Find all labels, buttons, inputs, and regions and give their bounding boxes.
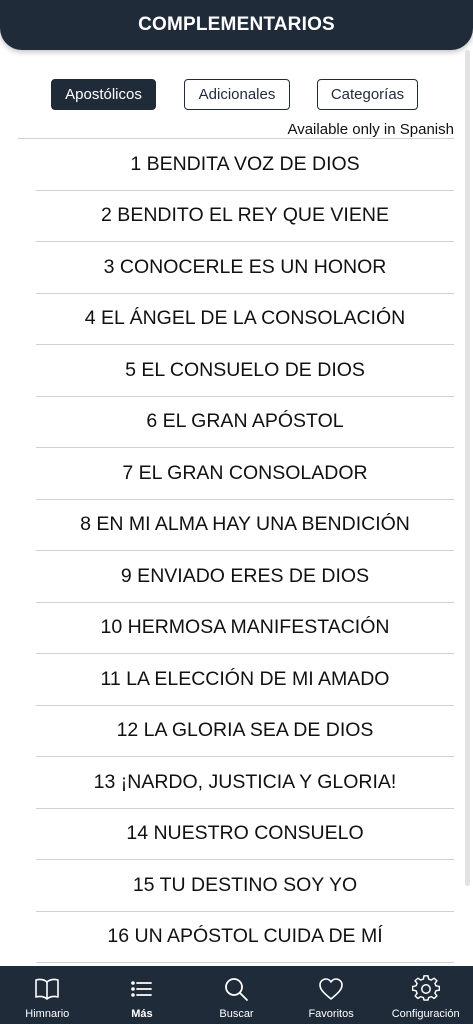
list-item[interactable]: 4 EL ÁNGEL DE LA CONSOLACIÓN (36, 294, 454, 345)
list-item[interactable]: 6 EL GRAN APÓSTOL (36, 397, 454, 448)
hymn-list: 1 BENDITA VOZ DE DIOS 2 BENDITO EL REY Q… (18, 138, 454, 963)
language-note: Available only in Spanish (287, 121, 454, 138)
list-item[interactable]: 3 CONOCERLE ES UN HONOR (36, 242, 454, 294)
list-item[interactable]: 11 LA ELECCIÓN DE MI AMADO (36, 654, 454, 706)
gear-icon (411, 975, 440, 1001)
bottom-navigation: Himnario Más Buscar Favoritos Configurac… (0, 966, 473, 1024)
list-item[interactable]: 15 TU DESTINO SOY YO (36, 860, 454, 912)
list-item[interactable]: 10 HERMOSA MANIFESTACIÓN (36, 603, 454, 654)
list-item[interactable]: 7 EL GRAN CONSOLADOR (36, 448, 454, 500)
scrollbar[interactable] (465, 50, 470, 886)
list-item[interactable]: 16 UN APÓSTOL CUIDA DE MÍ (36, 912, 454, 963)
list-item[interactable]: 14 NUESTRO CONSUELO (36, 809, 454, 860)
list-item[interactable]: 9 ENVIADO ERES DE DIOS (36, 551, 454, 603)
nav-item-favoritos[interactable]: Favoritos (284, 966, 379, 1024)
nav-item-mas[interactable]: Más (95, 966, 190, 1024)
list-item[interactable]: 13 ¡NARDO, JUSTICIA Y GLORIA! (36, 757, 454, 809)
tab-apostolicos[interactable]: Apostólicos (51, 79, 156, 110)
segment-tabs: Apostólicos Adicionales Categorías (0, 79, 473, 111)
list-item[interactable]: 5 EL CONSUELO DE DIOS (36, 345, 454, 397)
nav-label: Himnario (25, 1008, 70, 1020)
nav-item-configuracion[interactable]: Configuración (378, 966, 473, 1024)
page-title: COMPLEMENTARIOS (138, 14, 335, 35)
list-item[interactable]: 12 LA GLORIA SEA DE DIOS (36, 706, 454, 757)
heart-icon (319, 978, 343, 1000)
list-item[interactable]: 2 BENDITO EL REY QUE VIENE (36, 191, 454, 242)
nav-label: Favoritos (308, 1008, 354, 1020)
search-icon (225, 978, 249, 1001)
nav-item-buscar[interactable]: Buscar (189, 966, 284, 1024)
list-item[interactable]: 8 EN MI ALMA HAY UNA BENDICIÓN (36, 500, 454, 551)
list-item[interactable]: 1 BENDITA VOZ DE DIOS (36, 139, 454, 191)
book-icon (35, 978, 60, 1000)
app-header: COMPLEMENTARIOS (0, 0, 473, 50)
tab-adicionales[interactable]: Adicionales (184, 79, 290, 110)
tab-categorias[interactable]: Categorías (317, 79, 418, 110)
nav-label: Más (131, 1008, 153, 1020)
nav-label: Buscar (219, 1008, 254, 1020)
nav-item-himnario[interactable]: Himnario (0, 966, 95, 1024)
nav-label: Configuración (391, 1008, 460, 1020)
list-icon (131, 981, 152, 997)
